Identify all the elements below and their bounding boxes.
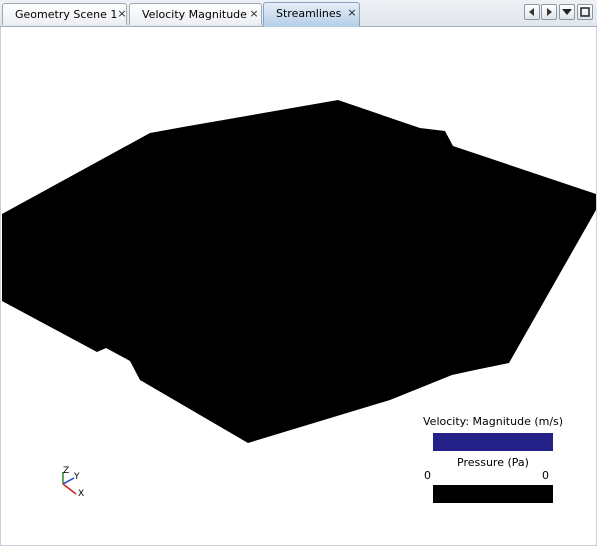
velocity-legend-title: Velocity: Magnitude (m/s) <box>423 415 564 428</box>
x-axis-label: X <box>78 489 84 499</box>
velocity-color-bar <box>433 433 553 451</box>
y-axis-line <box>62 477 75 485</box>
pressure-color-bar <box>433 485 553 503</box>
x-axis-line <box>62 483 77 495</box>
z-axis-label: Z <box>63 466 69 476</box>
pressure-max-label: 0 <box>542 469 549 482</box>
axes-triad-icon: Z Y X <box>62 466 84 499</box>
pressure-legend-title: Pressure (Pa) <box>457 456 529 469</box>
y-axis-label: Y <box>73 472 80 482</box>
pressure-min-label: 0 <box>424 469 431 482</box>
